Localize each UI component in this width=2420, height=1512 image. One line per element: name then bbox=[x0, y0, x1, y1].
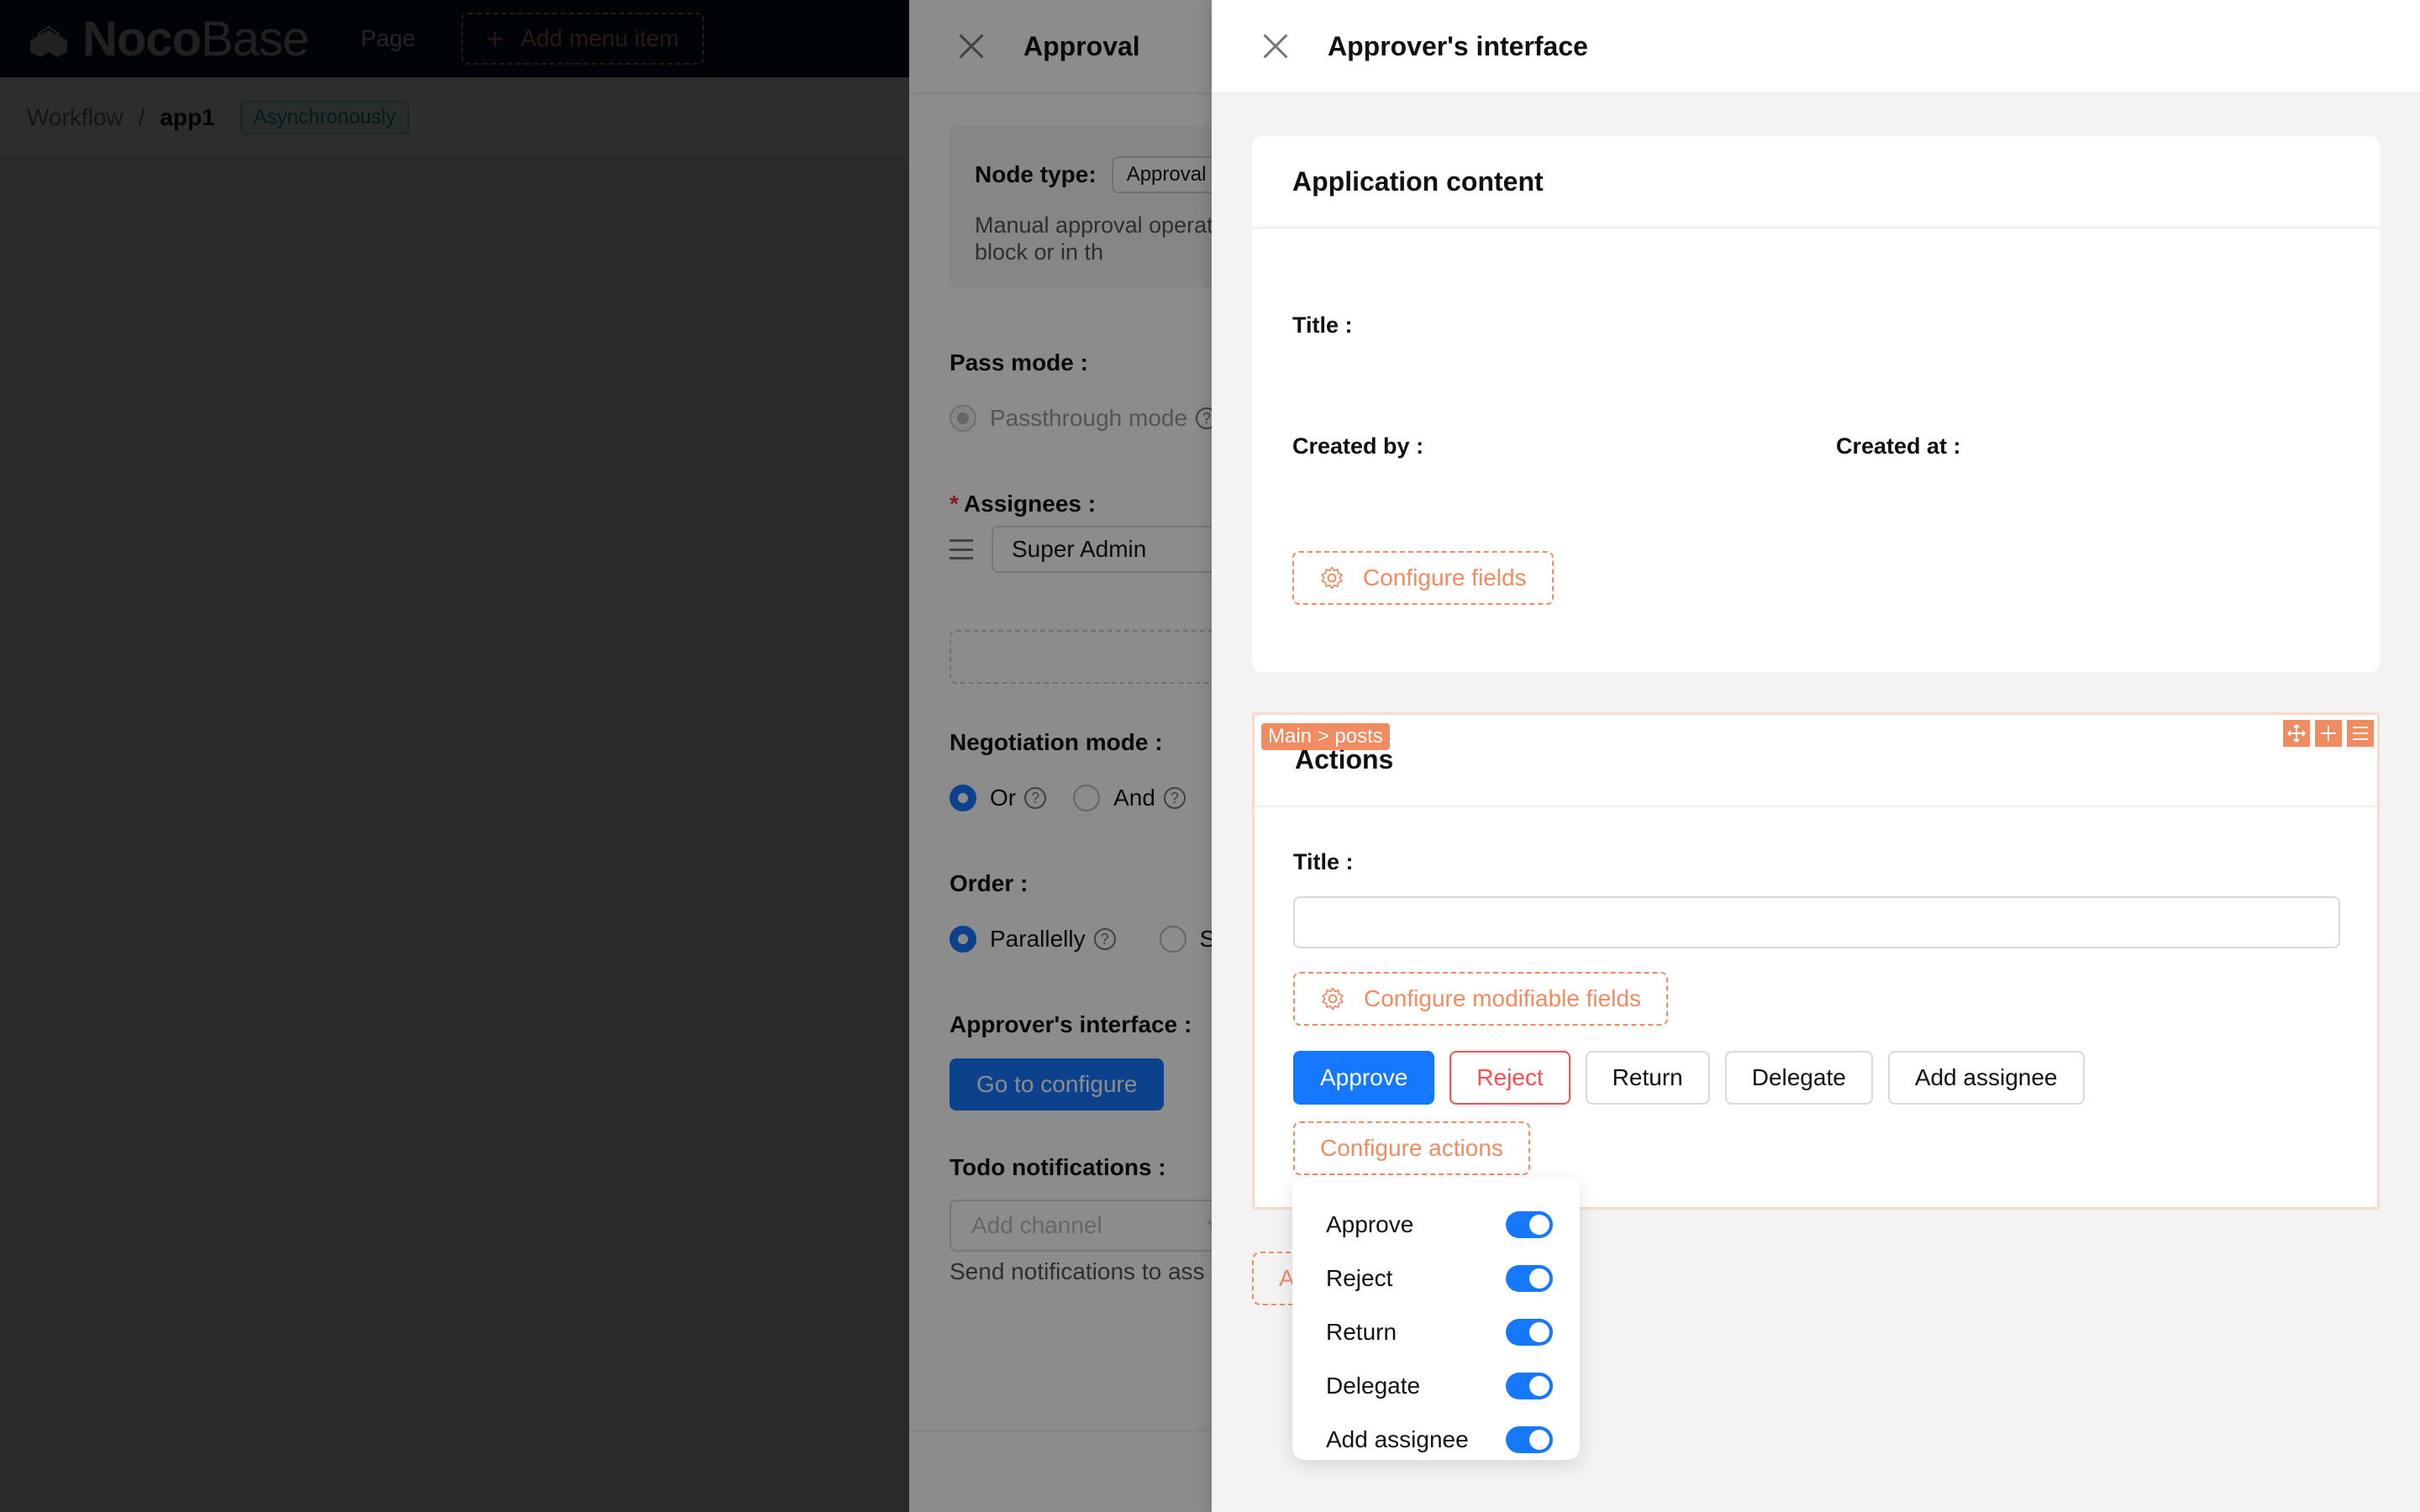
menu-item-delegate[interactable]: Delegate bbox=[1292, 1359, 1580, 1413]
menu-item-reject[interactable]: Reject bbox=[1292, 1252, 1580, 1305]
menu-item-return[interactable]: Return bbox=[1292, 1305, 1580, 1359]
toggle-switch[interactable] bbox=[1506, 1265, 1553, 1292]
drag-move-icon[interactable] bbox=[2283, 720, 2310, 747]
delegate-button[interactable]: Delegate bbox=[1724, 1051, 1873, 1105]
application-content-card: Application content Title : Created by :… bbox=[1252, 136, 2380, 672]
toggle-switch[interactable] bbox=[1506, 1426, 1553, 1453]
toggle-switch[interactable] bbox=[1506, 1319, 1553, 1346]
toggle-switch[interactable] bbox=[1506, 1211, 1553, 1238]
configure-modifiable-fields-button[interactable]: Configure modifiable fields bbox=[1293, 972, 1668, 1026]
block-toolbar bbox=[2283, 720, 2374, 747]
block-collection-tag: Main > posts bbox=[1261, 723, 1390, 750]
approver-interface-title: Approver's interface bbox=[1328, 30, 1588, 61]
configure-fields-button[interactable]: Configure fields bbox=[1292, 551, 1554, 605]
configure-actions-button[interactable]: Configure actions bbox=[1293, 1121, 1530, 1175]
configure-actions-menu: Approve Reject Return Delegate Add assig… bbox=[1292, 1178, 1580, 1460]
actions-title: Actions bbox=[1255, 715, 2377, 807]
approve-button[interactable]: Approve bbox=[1293, 1051, 1435, 1105]
menu-icon[interactable] bbox=[2347, 720, 2374, 747]
menu-item-label: Reject bbox=[1326, 1265, 1393, 1291]
field-created-at-label: Created at : bbox=[1836, 433, 1961, 459]
title-input[interactable] bbox=[1293, 896, 2340, 948]
add-icon[interactable] bbox=[2315, 720, 2342, 747]
configure-fields-label: Configure fields bbox=[1363, 564, 1527, 591]
title-field-label: Title : bbox=[1293, 849, 1354, 874]
application-content-title: Application content bbox=[1252, 136, 2380, 228]
return-button[interactable]: Return bbox=[1585, 1051, 1710, 1105]
configure-modifiable-fields-label: Configure modifiable fields bbox=[1364, 985, 1641, 1011]
menu-item-label: Return bbox=[1326, 1319, 1397, 1345]
menu-item-label: Add assignee bbox=[1326, 1426, 1469, 1452]
reject-button[interactable]: Reject bbox=[1449, 1051, 1570, 1105]
approver-interface-header: Approver's interface bbox=[1212, 0, 2420, 94]
field-title-label: Title : bbox=[1292, 312, 1353, 338]
menu-item-add-assignee[interactable]: Add assignee bbox=[1292, 1413, 1580, 1467]
menu-item-label: Approve bbox=[1326, 1211, 1414, 1237]
close-icon[interactable] bbox=[1262, 33, 1289, 60]
toggle-switch[interactable] bbox=[1506, 1373, 1553, 1399]
gear-icon bbox=[1321, 566, 1343, 590]
menu-item-label: Delegate bbox=[1326, 1373, 1421, 1399]
field-created-by-label: Created by : bbox=[1292, 433, 1424, 459]
action-buttons: Approve Reject Return Delegate Add assig… bbox=[1293, 1051, 2085, 1105]
gear-icon bbox=[1322, 987, 1344, 1011]
menu-item-approve[interactable]: Approve bbox=[1292, 1198, 1580, 1252]
add-assignee-button[interactable]: Add assignee bbox=[1887, 1051, 2085, 1105]
second-drawer-mask[interactable] bbox=[0, 0, 1212, 1512]
actions-block: Main > posts Actions Title : Configure m… bbox=[1252, 712, 2380, 1210]
configure-actions-label: Configure actions bbox=[1320, 1135, 1503, 1161]
